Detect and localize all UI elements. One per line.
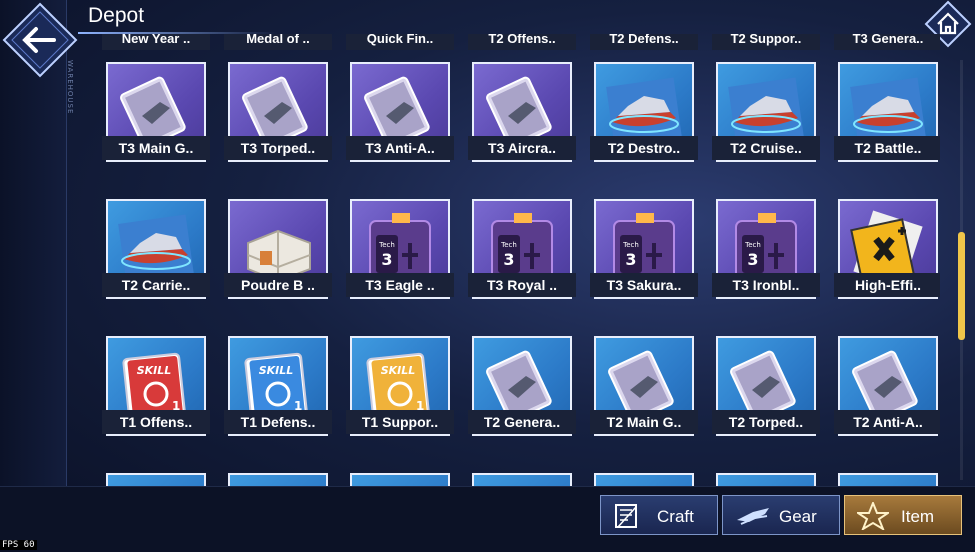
item-label: T1 Offens.. xyxy=(102,410,210,434)
item-card[interactable] xyxy=(106,473,206,486)
svg-text:3: 3 xyxy=(625,250,636,269)
left-rail xyxy=(0,0,67,551)
page-title: Depot xyxy=(88,4,145,27)
item-slot[interactable]: 288T3 Torped.. xyxy=(224,34,332,162)
item-card[interactable] xyxy=(716,473,816,486)
item-slot[interactable]: 113T2 Main G.. xyxy=(590,308,698,436)
item-label: T3 Aircra.. xyxy=(468,136,576,160)
svg-text:Tech: Tech xyxy=(744,241,761,249)
item-star-icon xyxy=(857,502,889,530)
item-slot[interactable]: 136T2 Cruise.. xyxy=(712,34,820,162)
item-label: High-Effi.. xyxy=(834,273,940,297)
item-slot[interactable]: SKILL159T1 Defens.. xyxy=(224,308,332,436)
item-slot[interactable]: 184T3 Main G.. xyxy=(102,34,210,162)
item-slot[interactable]: 46T2 Battle.. xyxy=(834,34,940,162)
item-card[interactable] xyxy=(838,473,938,486)
item-label: T3 Anti-A.. xyxy=(346,136,454,160)
item-slot[interactable]: 24Poudre B .. xyxy=(224,171,332,299)
tab-item[interactable]: Item xyxy=(844,495,962,535)
svg-text:Tech: Tech xyxy=(622,241,639,249)
item-label: T2 Destro.. xyxy=(590,136,698,160)
fps-counter: FPS 60 xyxy=(0,540,37,550)
craft-icon xyxy=(615,504,637,528)
item-label: T2 Cruise.. xyxy=(712,136,820,160)
item-slot[interactable]: Tech34T3 Ironbl.. xyxy=(712,171,820,299)
item-label: T2 Genera.. xyxy=(468,410,576,434)
item-slot[interactable]: Tech34T3 Eagle .. xyxy=(346,171,454,299)
item-slot[interactable]: 203T3 Anti-A.. xyxy=(346,34,454,162)
item-label: T3 Torped.. xyxy=(224,136,332,160)
item-slot[interactable]: 259T3 Aircra.. xyxy=(468,34,576,162)
tab-item-label: Item xyxy=(901,507,935,526)
item-label: T1 Defens.. xyxy=(224,410,332,434)
item-label: T3 Eagle .. xyxy=(346,273,454,297)
svg-text:3: 3 xyxy=(381,250,392,269)
item-card[interactable] xyxy=(594,473,694,486)
item-label: T2 Torped.. xyxy=(712,410,820,434)
item-slot[interactable]: 107T2 Carrie.. xyxy=(102,171,210,299)
tab-craft[interactable]: Craft xyxy=(600,495,718,535)
item-card[interactable] xyxy=(228,473,328,486)
svg-text:3: 3 xyxy=(503,250,514,269)
svg-text:SKILL: SKILL xyxy=(137,364,172,377)
svg-text:Tech: Tech xyxy=(378,241,395,249)
tab-craft-label: Craft xyxy=(657,507,694,526)
item-label: T3 Main G.. xyxy=(102,136,210,160)
item-slot[interactable]: 540T2 Torped.. xyxy=(712,308,820,436)
item-slot[interactable]: Tech38T3 Sakura.. xyxy=(590,171,698,299)
item-card[interactable] xyxy=(350,473,450,486)
item-slot[interactable]: 109High-Effi.. xyxy=(834,171,940,299)
svg-text:Tech: Tech xyxy=(500,241,517,249)
item-card[interactable] xyxy=(472,473,572,486)
item-label: T2 Main G.. xyxy=(590,410,698,434)
item-grid: New Year .. Medal of .. Quick Fin.. T2 Offe… xyxy=(100,34,940,486)
item-label: T3 Royal .. xyxy=(468,273,576,297)
item-label: T2 Anti-A.. xyxy=(834,410,940,434)
svg-text:3: 3 xyxy=(747,250,758,269)
item-slot[interactable]: 16T2 Genera.. xyxy=(468,308,576,436)
item-label: T1 Suppor.. xyxy=(346,410,454,434)
tab-gear-label: Gear xyxy=(779,507,817,526)
item-label: T2 Battle.. xyxy=(834,136,940,160)
item-slot[interactable]: Tech34T3 Royal .. xyxy=(468,171,576,299)
back-button[interactable] xyxy=(2,2,78,78)
item-slot[interactable]: 291T2 Anti-A.. xyxy=(834,308,940,436)
item-label: T2 Carrie.. xyxy=(102,273,210,297)
item-slot[interactable]: 162T2 Destro.. xyxy=(590,34,698,162)
item-label: T3 Sakura.. xyxy=(590,273,698,297)
svg-text:SKILL: SKILL xyxy=(259,364,294,377)
item-slot[interactable]: SKILL172T1 Offens.. xyxy=(102,308,210,436)
item-label: T3 Ironbl.. xyxy=(712,273,820,297)
scrollbar-thumb[interactable] xyxy=(958,232,965,340)
item-slot[interactable]: SKILL173T1 Suppor.. xyxy=(346,308,454,436)
svg-text:SKILL: SKILL xyxy=(381,364,416,377)
gear-icon xyxy=(737,508,769,525)
tab-gear[interactable]: Gear xyxy=(722,495,840,535)
item-label: Poudre B .. xyxy=(224,273,332,297)
